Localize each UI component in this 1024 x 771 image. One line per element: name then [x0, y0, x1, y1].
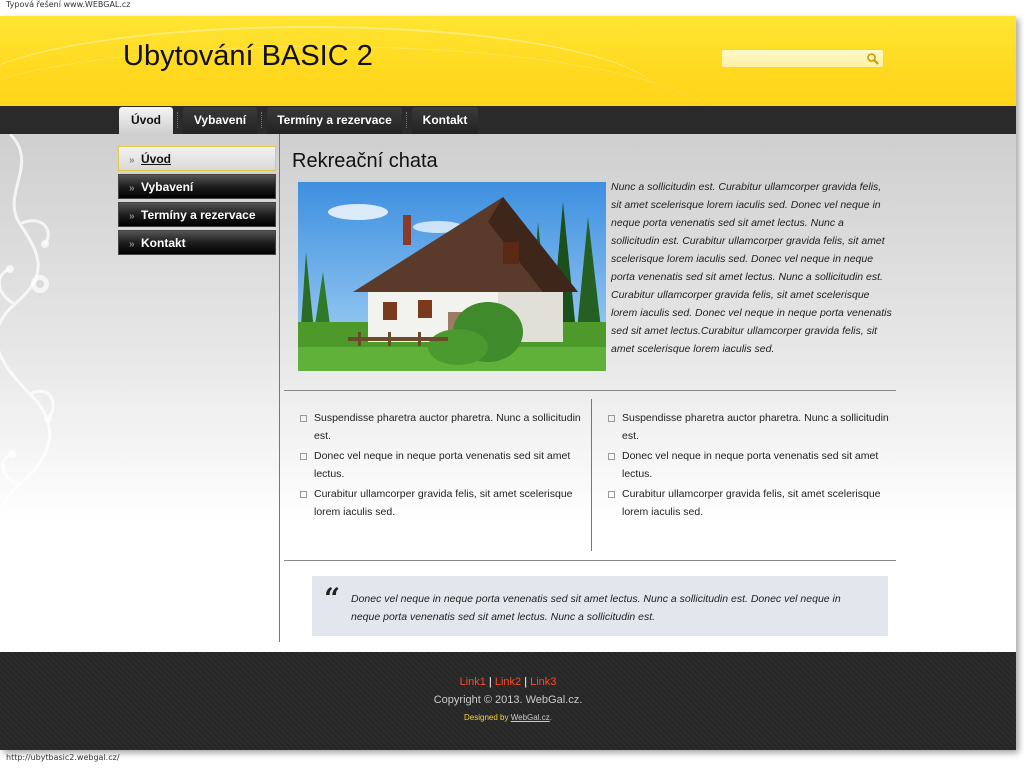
nav-separator [177, 112, 180, 128]
horizontal-divider [284, 560, 896, 561]
footer-link-2[interactable]: Link2 [495, 676, 521, 688]
chevron-right-icon: » [129, 155, 135, 166]
site-title: Ubytování BASIC 2 [123, 40, 373, 72]
column-divider [279, 134, 280, 642]
main-area: » Úvod » Vybavení » Termíny a rezervace » Ko… [0, 134, 1016, 652]
copyright-text: Copyright © 2013. WebGal.cz. [433, 694, 583, 706]
chevron-right-icon: » [129, 183, 135, 194]
square-bullet-icon [300, 415, 307, 422]
chevron-right-icon: » [129, 211, 135, 222]
sidebar-item-vybaveni[interactable]: » Vybavení [118, 174, 276, 199]
top-navigation: Úvod Vybavení Termíny a rezervace Kontak… [0, 106, 1016, 134]
nav-item-vybaveni[interactable]: Vybavení [183, 107, 257, 134]
footer: Link1 | Link2 | Link3 Copyright © 2013. … [0, 652, 1016, 750]
chevron-right-icon: » [129, 239, 135, 250]
sidebar-item-terminy[interactable]: » Termíny a rezervace [118, 202, 276, 227]
sidebar-item-label: Úvod [141, 152, 171, 166]
list-item: Curabitur ullamcorper gravida felis, sit… [300, 485, 585, 521]
right-list-column: Suspendisse pharetra auctor pharetra. Nu… [608, 409, 893, 523]
list-item: Suspendisse pharetra auctor pharetra. Nu… [608, 409, 893, 445]
sidebar-item-label: Vybavení [141, 180, 194, 194]
list-item: Donec vel neque in neque porta venenatis… [608, 447, 893, 483]
list-item: Curabitur ullamcorper gravida felis, sit… [608, 485, 893, 521]
sidebar-item-label: Termíny a rezervace [141, 208, 256, 222]
status-bar-url: http://ubytbasic2.webgal.cz/ [6, 753, 120, 762]
footer-link-1[interactable]: Link1 [460, 676, 486, 688]
square-bullet-icon [608, 415, 615, 422]
list-item: Suspendisse pharetra auctor pharetra. Nu… [300, 409, 585, 445]
quote-mark-icon: “ [324, 582, 341, 615]
sidebar-item-kontakt[interactable]: » Kontakt [118, 230, 276, 255]
search-input[interactable] [725, 51, 861, 65]
sidebar-item-uvod[interactable]: » Úvod [118, 146, 276, 171]
horizontal-divider [284, 390, 896, 391]
square-bullet-icon [608, 453, 615, 460]
square-bullet-icon [300, 453, 307, 460]
floral-ornament-decoration [0, 134, 55, 644]
designed-by-period: . [549, 713, 552, 722]
nav-separator [261, 112, 264, 128]
nav-separator [406, 112, 409, 128]
footer-link-3[interactable]: Link3 [530, 676, 556, 688]
footer-link-separator: | [524, 676, 528, 688]
footer-link-separator: | [488, 676, 492, 688]
square-bullet-icon [300, 491, 307, 498]
left-list-column: Suspendisse pharetra auctor pharetra. Nu… [300, 409, 585, 523]
square-bullet-icon [608, 491, 615, 498]
quote-box: “ Donec vel neque in neque porta venenat… [312, 576, 888, 636]
designer-link[interactable]: WebGal.cz [511, 713, 550, 722]
search-icon[interactable] [866, 52, 880, 66]
column-separator [591, 399, 592, 551]
two-column-lists: Suspendisse pharetra auctor pharetra. Nu… [292, 399, 897, 554]
nav-item-uvod[interactable]: Úvod [119, 107, 173, 134]
intro-text: Nunc a sollicitudin est. Curabitur ullam… [611, 181, 892, 355]
sidebar-item-label: Kontakt [141, 236, 186, 250]
quote-text: Donec vel neque in neque porta venenatis… [351, 593, 841, 623]
list-item: Donec vel neque in neque porta venenatis… [300, 447, 585, 483]
header: Ubytování BASIC 2 [0, 16, 1016, 106]
cottage-photo [298, 182, 606, 371]
designed-by-label: Designed by [464, 713, 509, 722]
top-note: Typová řešení www.WEBGAL.cz [6, 0, 131, 9]
page-title: Rekreační chata [292, 150, 438, 172]
nav-item-terminy[interactable]: Termíny a rezervace [267, 107, 402, 134]
sidebar-menu: » Úvod » Vybavení » Termíny a rezervace » Ko… [118, 146, 276, 258]
web-page: Ubytování BASIC 2 Úvod Vybavení Termíny … [0, 16, 1016, 750]
footer-links: Link1 | Link2 | Link3 [0, 676, 1016, 688]
designed-by: Designed by WebGal.cz. [0, 713, 1016, 722]
nav-item-kontakt[interactable]: Kontakt [412, 107, 478, 134]
search-box[interactable] [721, 49, 884, 68]
